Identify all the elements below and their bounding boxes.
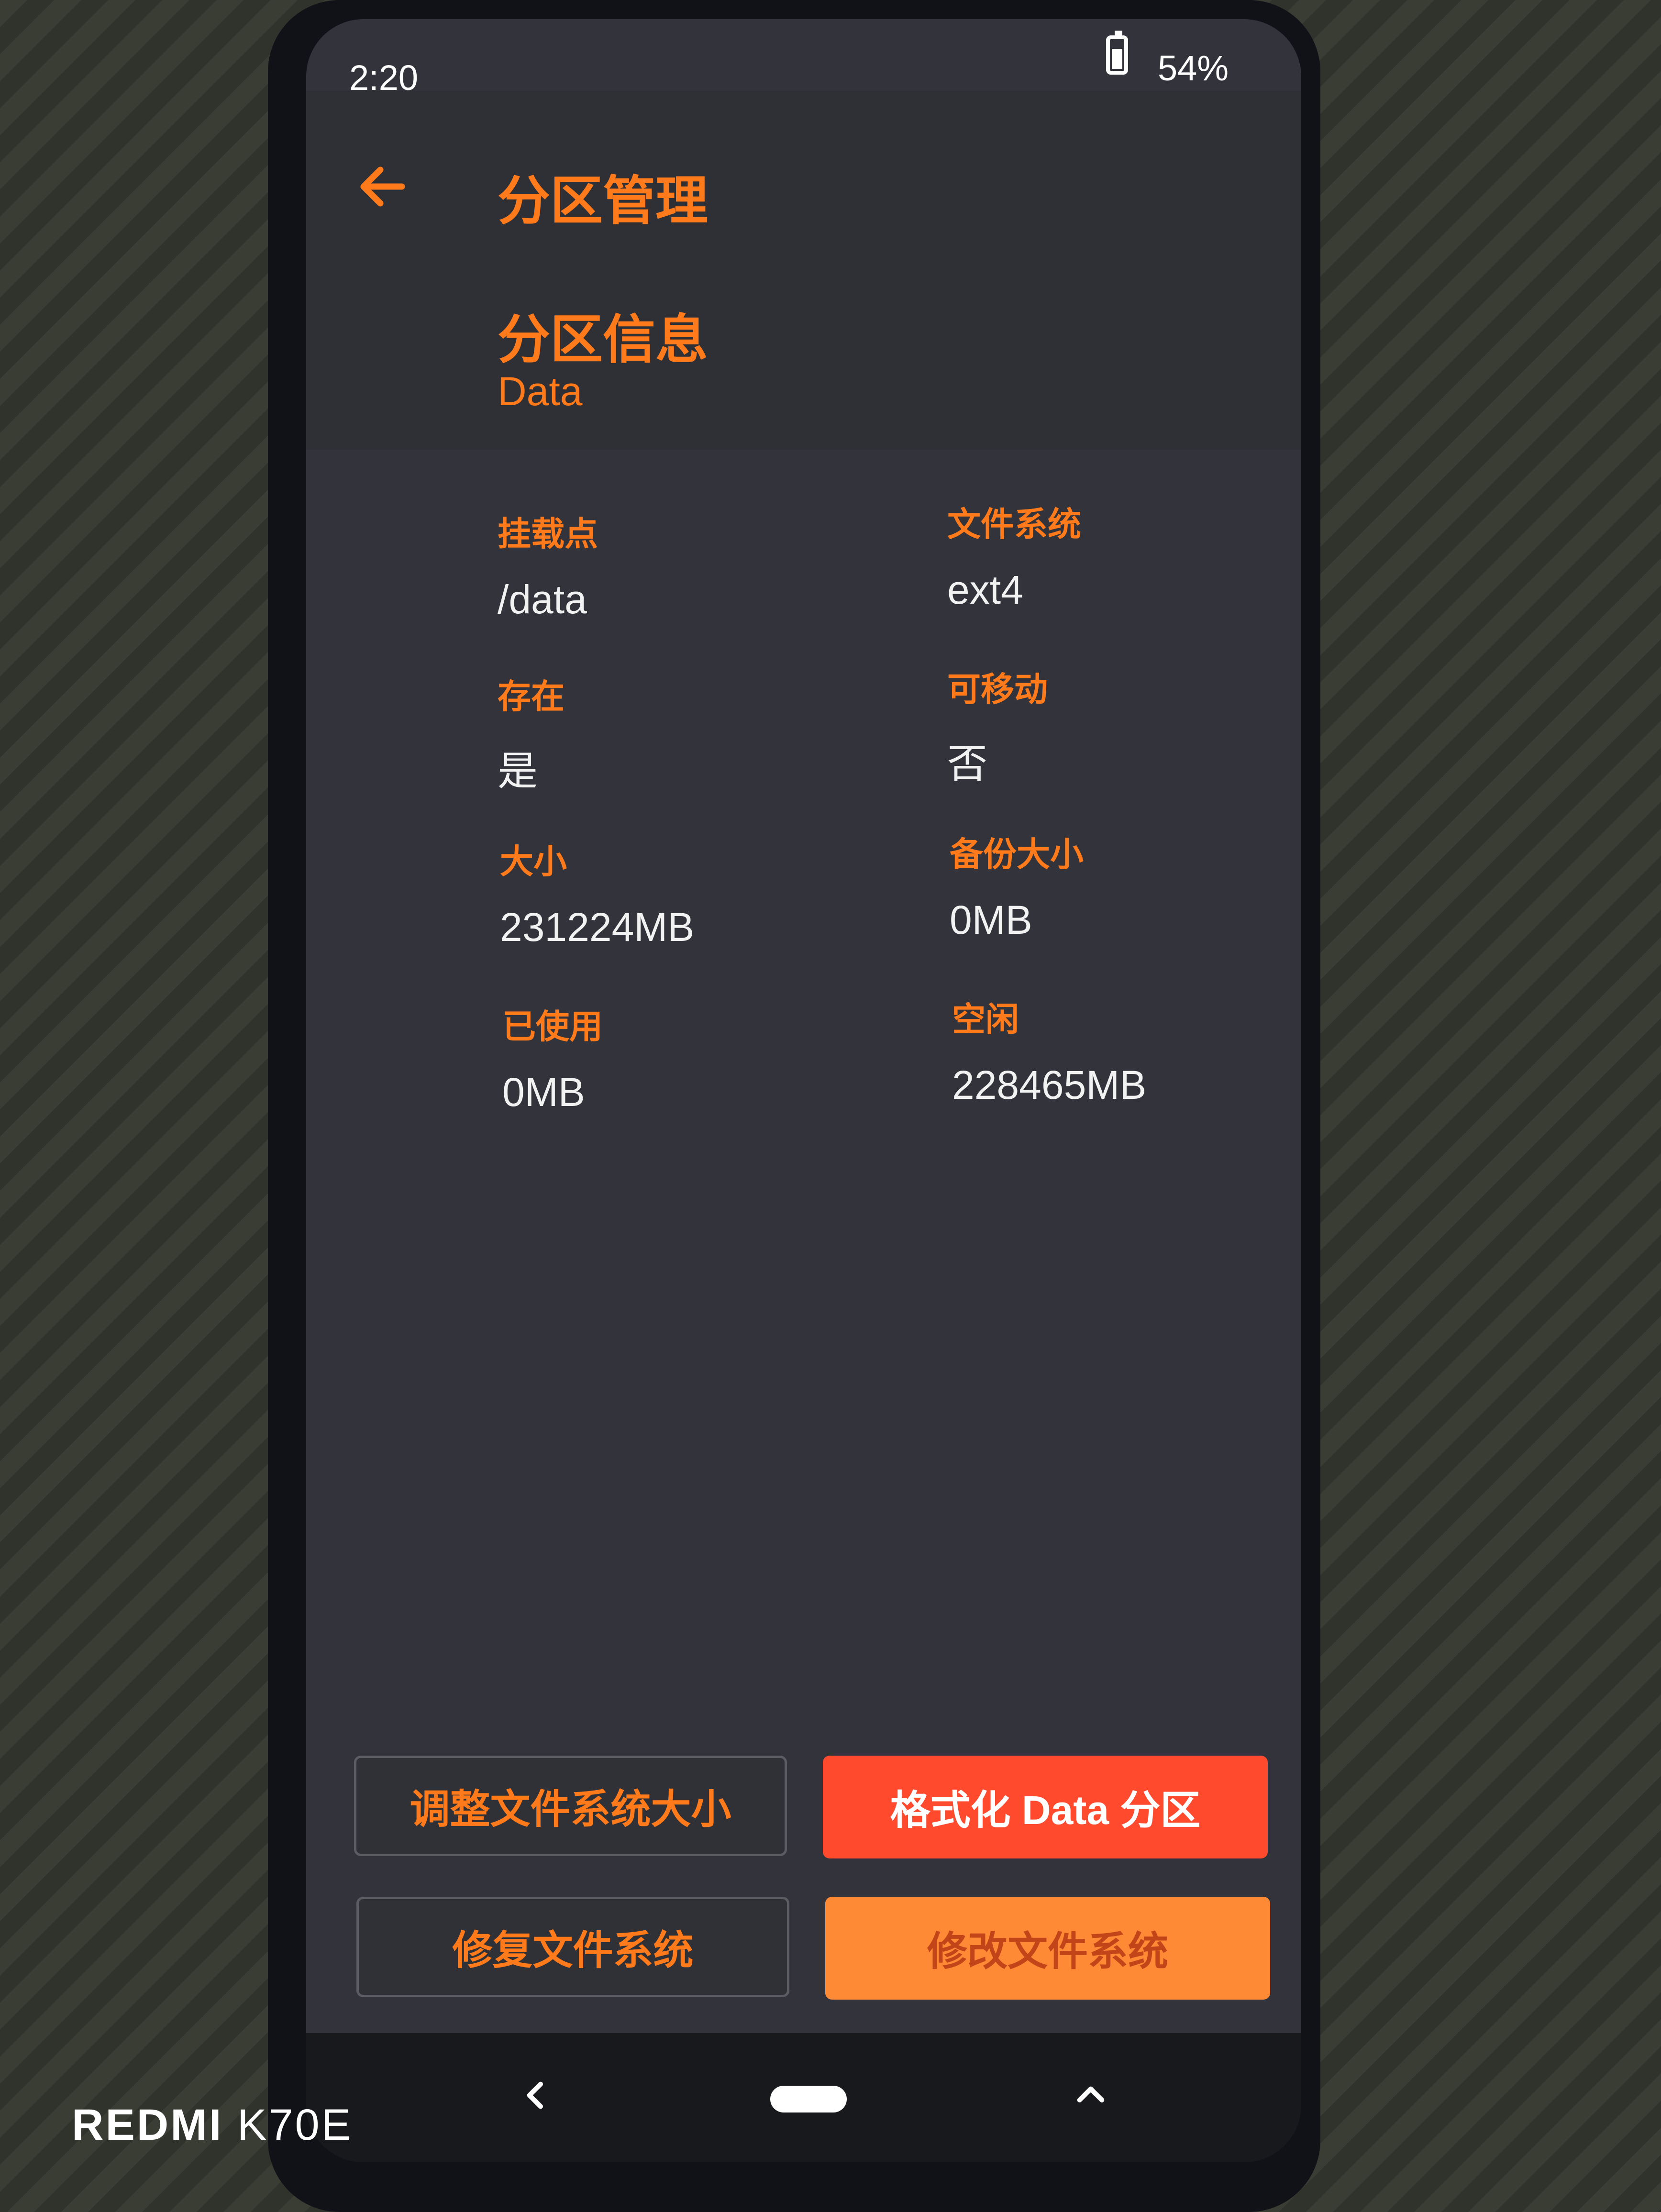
page-title: 分区管理 (498, 172, 708, 231)
watermark-model: K70E (237, 2101, 353, 2149)
partition-name: Data (498, 369, 583, 414)
info-label: 空闲 (952, 1001, 1019, 1038)
info-file-system: 文件系统 ext4 (947, 498, 1081, 613)
section-title: 分区信息 (498, 310, 708, 369)
navigation-bar (306, 2033, 1301, 2162)
chevron-up-icon[interactable] (1072, 2076, 1110, 2114)
format-partition-button[interactable]: 格式化 Data 分区 (823, 1756, 1268, 1858)
info-size: 大小 231224MB (500, 835, 694, 951)
info-free: 空闲 228465MB (952, 993, 1146, 1108)
arrow-left-icon[interactable] (354, 158, 411, 215)
info-present: 存在 是 (498, 670, 565, 797)
status-bar: 2:20 54% (306, 19, 1301, 98)
info-value: 0MB (502, 1070, 585, 1115)
info-removable: 可移动 否 (947, 663, 1048, 790)
info-label: 已使用 (502, 1008, 603, 1045)
battery-percent: 54% (1158, 48, 1229, 88)
info-value: 231224MB (500, 905, 695, 950)
info-value: ext4 (947, 567, 1023, 612)
info-label: 挂载点 (498, 515, 598, 553)
repair-filesystem-button[interactable]: 修复文件系统 (356, 1897, 789, 1997)
info-used: 已使用 0MB (502, 1000, 603, 1116)
info-label: 大小 (500, 843, 567, 880)
info-mount-point: 挂载点 /data (498, 507, 598, 623)
info-value: 0MB (950, 897, 1032, 942)
resize-filesystem-button[interactable]: 调整文件系统大小 (354, 1756, 787, 1856)
app-header: 分区管理 分区信息 Data (306, 91, 1301, 450)
home-pill-icon[interactable] (770, 2086, 847, 2112)
info-label: 可移动 (947, 671, 1048, 708)
info-value: 228465MB (952, 1062, 1147, 1107)
info-label: 存在 (498, 678, 565, 715)
info-value: 否 (947, 741, 988, 786)
camera-watermark: REDMI K70E (72, 2100, 353, 2150)
info-label: 文件系统 (947, 506, 1081, 543)
battery-icon (1106, 31, 1128, 75)
screen: 2:20 54% 分区管理 分区信息 Data 挂载点 /data 文件系统 e… (306, 19, 1301, 2162)
chevron-left-icon[interactable] (517, 2076, 555, 2114)
info-label: 备份大小 (950, 836, 1084, 873)
change-filesystem-button[interactable]: 修改文件系统 (825, 1897, 1270, 2000)
info-value: 是 (498, 749, 538, 794)
info-value: /data (498, 577, 587, 622)
watermark-brand: REDMI (72, 2101, 223, 2149)
info-backup-size: 备份大小 0MB (950, 828, 1084, 943)
